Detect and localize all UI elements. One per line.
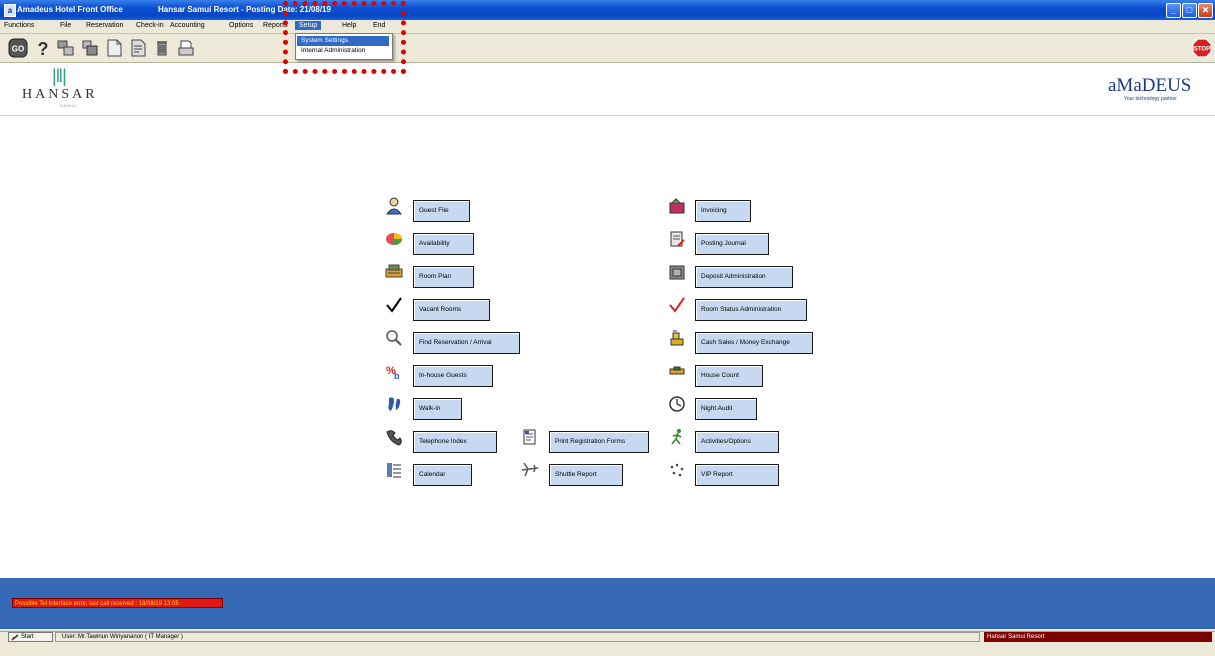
maximize-button[interactable]: □ (1182, 3, 1197, 18)
deposit-administration-button[interactable]: Deposit Administration (695, 266, 793, 288)
toolbar: GO ? STOP (0, 34, 1215, 63)
edit-document-icon[interactable] (128, 38, 148, 58)
posting-journal-button[interactable]: Posting Journal (695, 233, 769, 255)
availability-icon (386, 233, 402, 245)
resort-name: Hansar Samui Resort (984, 632, 1212, 642)
user-info: User: Mr.Tawinun Wiriyananon ( IT Manage… (55, 632, 980, 642)
journal-icon (670, 231, 685, 247)
stop-icon[interactable]: STOP (1192, 38, 1212, 58)
house-count-icon (669, 366, 685, 375)
checkmark-icon (386, 297, 402, 313)
vip-report-button[interactable]: VIP Report (695, 464, 779, 486)
room-status-administration-button[interactable]: Room Status Administration (695, 299, 807, 321)
highlight-box (283, 1, 406, 74)
magnifier-icon (386, 330, 402, 346)
menu-accounting[interactable]: Accounting (170, 22, 205, 29)
app-icon: a (4, 4, 16, 17)
app-title: Amadeus Hotel Front Office (17, 5, 123, 14)
main-panel (0, 116, 1215, 578)
menu-reservation[interactable]: Reservation (86, 22, 123, 29)
title-bar: a Amadeus Hotel Front Office Hansar Samu… (0, 0, 1215, 20)
telephone-index-button[interactable]: Telephone Index (413, 431, 497, 453)
print-registration-forms-button[interactable]: Print Registration Forms (549, 431, 649, 453)
menu-file[interactable]: File (60, 22, 71, 29)
close-button[interactable]: ✕ (1198, 3, 1213, 18)
room-plan-button[interactable]: Room Plan (413, 266, 474, 288)
in-house-guests-button[interactable]: In-house Guests (413, 365, 493, 387)
go-icon[interactable]: GO (8, 38, 28, 58)
shuttle-report-button[interactable]: Shuttle Report (549, 464, 623, 486)
new-document-icon[interactable] (104, 38, 124, 58)
menu-options[interactable]: Options (229, 22, 253, 29)
red-checkmark-icon (669, 297, 685, 313)
vendor-logo: aMaDEUS (1108, 75, 1192, 96)
svg-text:GO: GO (12, 45, 24, 54)
night-audit-button[interactable]: Night Audit (695, 398, 757, 420)
deposit-icon (669, 265, 685, 280)
vip-icon (670, 463, 684, 477)
invoicing-button[interactable]: Invoicing (695, 200, 751, 222)
start-icon (11, 634, 19, 641)
cash-icon (670, 330, 684, 346)
print-icon[interactable] (176, 38, 196, 58)
svg-text:?: ? (38, 39, 49, 58)
minimize-button[interactable]: _ (1166, 3, 1181, 18)
svg-text:STOP: STOP (1194, 47, 1210, 53)
hotel-logo-sub: SAMUI (60, 103, 78, 108)
find-reservation-button[interactable]: Find Reservation / Arrival (413, 332, 520, 354)
runner-icon (671, 429, 682, 445)
guest-icon (386, 197, 402, 215)
telephone-icon (386, 430, 402, 446)
availability-button[interactable]: Availability (413, 233, 474, 255)
airplane-icon (521, 462, 539, 477)
help-icon[interactable]: ? (33, 38, 53, 58)
registration-form-icon (523, 429, 536, 445)
clock-icon (669, 396, 685, 412)
in-house-icon: %b (386, 365, 400, 380)
house-count-button[interactable]: House Count (695, 365, 763, 387)
hotel-logo: HANSAR (22, 87, 98, 102)
paste-icon[interactable] (80, 38, 100, 58)
copy-icon[interactable] (56, 38, 76, 58)
calendar-button[interactable]: Calendar (413, 464, 472, 486)
menu-functions[interactable]: Functions (4, 22, 34, 29)
vendor-tagline: Your technology partner (1124, 96, 1177, 102)
guest-file-button[interactable]: Guest File (413, 200, 470, 222)
hansar-logo-mark: |‖| (52, 66, 67, 86)
menu-check-in[interactable]: Check-in (136, 22, 164, 29)
walk-in-button[interactable]: Walk-in (413, 398, 462, 420)
cash-sales-button[interactable]: Cash Sales / Money Exchange (695, 332, 813, 354)
start-button[interactable]: Start (8, 632, 53, 642)
trash-icon[interactable] (152, 38, 172, 58)
menu-bar: Functions File Reservation Check-in Acco… (0, 20, 1215, 34)
footprint-icon (388, 397, 401, 411)
calendar-icon (387, 463, 401, 478)
start-label: Start (21, 634, 34, 640)
activities-options-button[interactable]: Activities/Options (695, 431, 779, 453)
vacant-rooms-button[interactable]: Vacant Rooms (413, 299, 490, 321)
svg-text:b: b (394, 371, 400, 380)
room-plan-icon (385, 264, 403, 278)
interface-error-message: Possible Tel Interface error, last call … (12, 598, 223, 608)
header-banner: |‖| HANSAR SAMUI aMaDEUS Your technology… (0, 63, 1215, 116)
invoice-icon (669, 198, 685, 214)
